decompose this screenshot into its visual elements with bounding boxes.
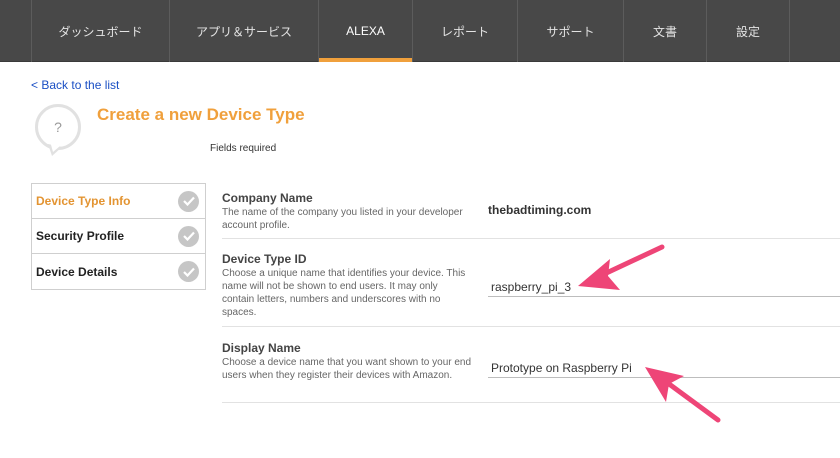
company-name-row: Company Name The name of the company you… <box>222 183 840 239</box>
fields-required-note: Fields required <box>210 143 277 154</box>
company-name-value: thebadtiming.com <box>488 203 592 217</box>
display-name-label: Display Name <box>222 341 301 355</box>
check-icon <box>178 225 199 247</box>
nav-item-label: 文書 <box>652 24 677 39</box>
company-name-description: The name of the company you listed in yo… <box>222 207 463 231</box>
steps-sidebar: Device Type Info Security Profile Device… <box>31 183 206 290</box>
help-glyph: ? <box>54 119 62 135</box>
device-type-id-description: Choose a unique name that identifies you… <box>222 268 466 318</box>
nav-item-reports[interactable]: レポート <box>413 0 518 62</box>
nav-item-label: 設定 <box>735 24 760 39</box>
device-type-id-input[interactable] <box>488 277 840 297</box>
nav-item-label: アプリ＆サービス <box>195 24 292 39</box>
nav-item-dashboard[interactable]: ダッシュボード <box>31 0 170 62</box>
device-type-id-row: Device Type ID Choose a unique name that… <box>222 239 840 327</box>
nav-item-label: サポート <box>546 24 595 39</box>
nav-item-label: レポート <box>440 24 489 39</box>
display-name-input[interactable] <box>488 358 840 378</box>
back-to-list-link[interactable]: < Back to the list <box>31 78 119 92</box>
nav-item-documents[interactable]: 文書 <box>624 0 707 62</box>
step-label: Device Details <box>36 264 118 279</box>
device-type-form: Company Name The name of the company you… <box>222 183 840 403</box>
help-speech-bubble-icon: ? <box>35 104 81 156</box>
nav-item-settings[interactable]: 設定 <box>707 0 790 62</box>
step-security-profile[interactable]: Security Profile <box>32 219 205 254</box>
nav-item-label: ALEXA <box>346 24 385 38</box>
check-icon <box>178 190 199 212</box>
device-type-id-label: Device Type ID <box>222 252 307 266</box>
nav-item-support[interactable]: サポート <box>518 0 624 62</box>
display-name-row: Display Name Choose a device name that y… <box>222 327 840 403</box>
display-name-description: Choose a device name that you want shown… <box>222 357 472 381</box>
step-device-type-info[interactable]: Device Type Info <box>32 184 205 219</box>
company-name-label: Company Name <box>222 191 313 205</box>
step-device-details[interactable]: Device Details <box>32 254 205 289</box>
nav-item-alexa[interactable]: ALEXA <box>319 0 413 62</box>
step-label: Security Profile <box>36 229 125 243</box>
nav-item-label: ダッシュボード <box>58 24 143 39</box>
check-icon <box>178 261 199 282</box>
step-label: Device Type Info <box>36 194 131 208</box>
page-title: Create a new Device Type <box>97 105 305 124</box>
nav-item-apps-services[interactable]: アプリ＆サービス <box>170 0 319 62</box>
top-nav: ダッシュボード アプリ＆サービス ALEXA レポート サポート 文書 設定 <box>0 0 840 62</box>
